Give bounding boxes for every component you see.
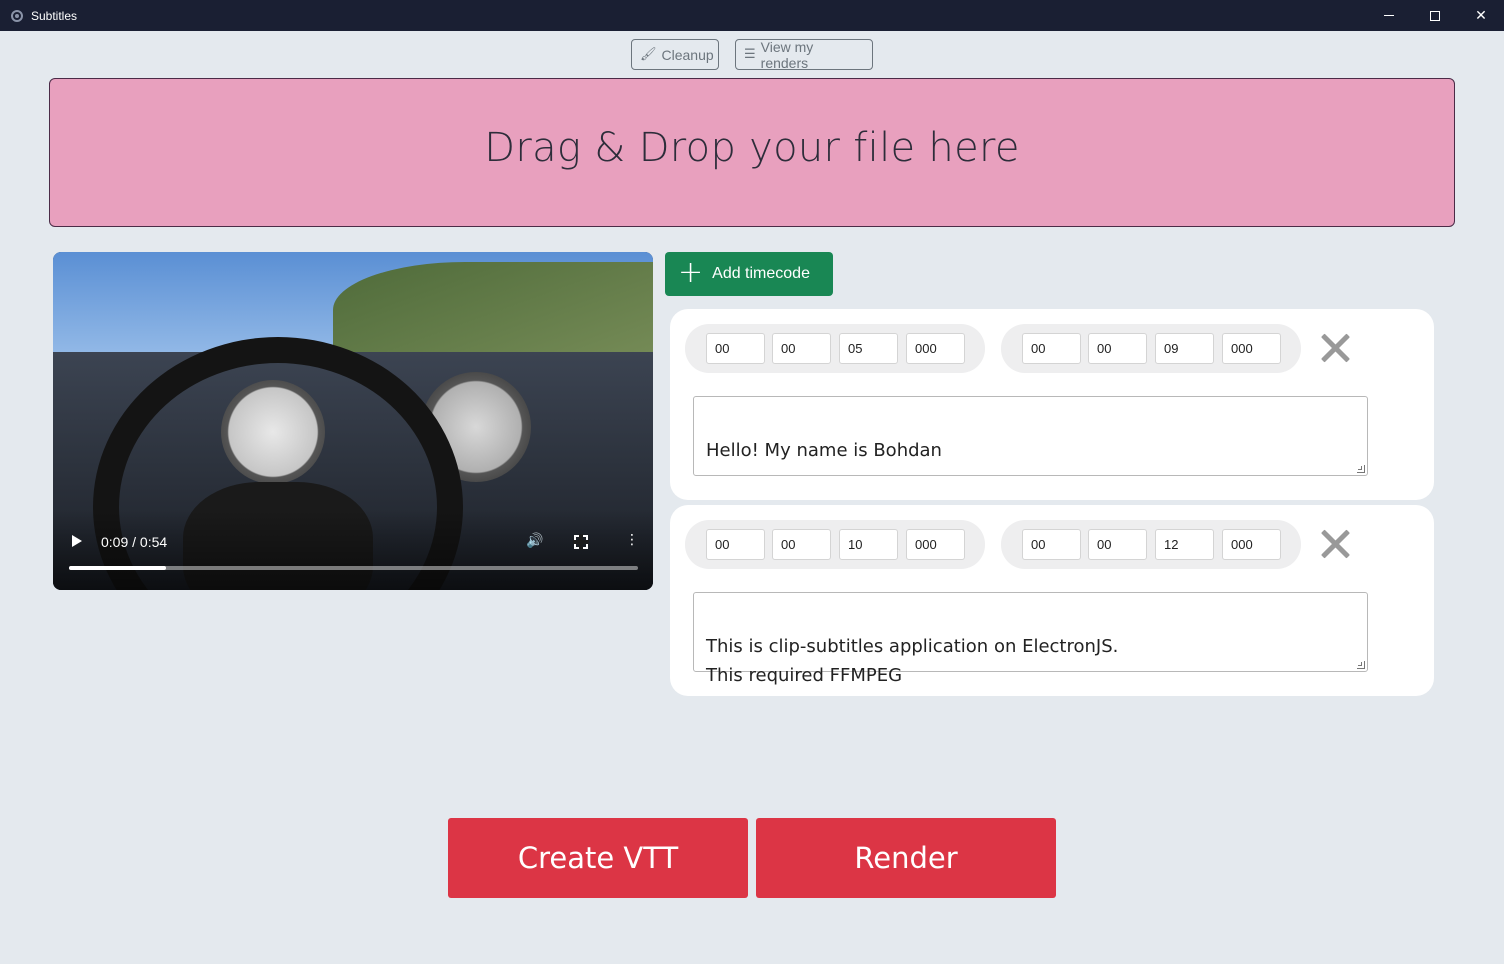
dropzone-label: Drag & Drop your file here — [484, 124, 1020, 171]
start-minutes-input[interactable]: 00 — [772, 529, 831, 560]
resize-grip-icon[interactable] — [1357, 465, 1365, 473]
cleanup-button[interactable]: 🖌 Cleanup — [631, 39, 719, 70]
start-hours-input[interactable]: 00 — [706, 333, 765, 364]
plus-icon: + — [678, 254, 704, 290]
cleanup-label: Cleanup — [661, 46, 714, 63]
view-renders-label: View my renders — [760, 38, 814, 71]
start-timecode-group: 00 00 10 000 — [685, 520, 985, 569]
end-hours-input[interactable]: 00 — [1022, 529, 1081, 560]
minimize-icon — [1384, 15, 1394, 16]
end-minutes-input[interactable]: 00 — [1088, 333, 1147, 364]
add-timecode-button[interactable]: + Add timecode — [665, 252, 833, 296]
subtitle-text: Hello! My name is Bohdan — [706, 440, 942, 461]
subtitle-text: This is clip-subtitles application on El… — [706, 636, 1119, 686]
video-time: 0:09 / 0:54 — [101, 534, 168, 550]
title-bar: Subtitles ✕ — [0, 0, 1504, 31]
remove-timecode-button[interactable] — [1320, 330, 1350, 364]
fullscreen-icon[interactable] — [573, 534, 589, 550]
close-window-button[interactable]: ✕ — [1458, 0, 1504, 31]
end-seconds-input[interactable]: 12 — [1155, 529, 1214, 560]
remove-timecode-button[interactable] — [1320, 526, 1350, 560]
start-hours-input[interactable]: 00 — [706, 529, 765, 560]
create-vtt-label: Create VTT — [517, 841, 679, 875]
list-icon: ☰ — [744, 47, 756, 62]
video-progress-bar[interactable] — [69, 566, 638, 570]
start-minutes-input[interactable]: 00 — [772, 333, 831, 364]
start-seconds-input[interactable]: 10 — [839, 529, 898, 560]
add-timecode-label: Add timecode — [712, 265, 810, 282]
subtitle-text-input[interactable]: This is clip-subtitles application on El… — [693, 592, 1368, 686]
start-timecode-group: 00 00 05 000 — [685, 324, 985, 373]
video-progress-fill — [69, 566, 166, 570]
start-seconds-input[interactable]: 05 — [839, 333, 898, 364]
broom-icon: 🖌 — [640, 47, 657, 62]
video-controls-overlay — [53, 510, 653, 590]
render-button[interactable]: Render — [756, 818, 1056, 898]
end-seconds-input[interactable]: 09 — [1155, 333, 1214, 364]
window-title: Subtitles — [31, 8, 78, 23]
end-milliseconds-input[interactable]: 000 — [1222, 529, 1281, 560]
end-milliseconds-input[interactable]: 000 — [1222, 333, 1281, 364]
end-hours-input[interactable]: 00 — [1022, 333, 1081, 364]
view-renders-button[interactable]: ☰ View my renders — [735, 38, 873, 71]
video-player[interactable]: 0:09 / 0:54 🔊 ⋮ — [53, 252, 653, 590]
end-minutes-input[interactable]: 00 — [1088, 529, 1147, 560]
maximize-icon — [1430, 10, 1440, 21]
more-options-icon[interactable]: ⋮ — [625, 532, 639, 548]
timecode-card: 00 00 05 000 00 00 09 000 Hello! My name… — [670, 309, 1434, 500]
close-icon: ✕ — [1475, 7, 1487, 24]
play-icon[interactable] — [72, 535, 82, 547]
maximize-button[interactable] — [1412, 0, 1458, 31]
end-timecode-group: 00 00 12 000 — [1001, 520, 1301, 569]
create-vtt-button[interactable]: Create VTT — [448, 818, 748, 898]
end-timecode-group: 00 00 09 000 — [1001, 324, 1301, 373]
volume-icon[interactable]: 🔊 — [526, 533, 543, 549]
subtitle-text-input[interactable]: Hello! My name is Bohdan — [693, 396, 1368, 476]
resize-grip-icon[interactable] — [1357, 661, 1365, 669]
timecode-card: 00 00 10 000 00 00 12 000 This is clip-s… — [670, 505, 1434, 696]
start-milliseconds-input[interactable]: 000 — [906, 333, 965, 364]
window-controls: ✕ — [1366, 0, 1504, 31]
render-label: Render — [854, 841, 958, 875]
electron-app-icon — [11, 9, 23, 22]
file-dropzone[interactable]: Drag & Drop your file here — [49, 78, 1455, 227]
minimize-button[interactable] — [1366, 0, 1412, 31]
start-milliseconds-input[interactable]: 000 — [906, 529, 965, 560]
